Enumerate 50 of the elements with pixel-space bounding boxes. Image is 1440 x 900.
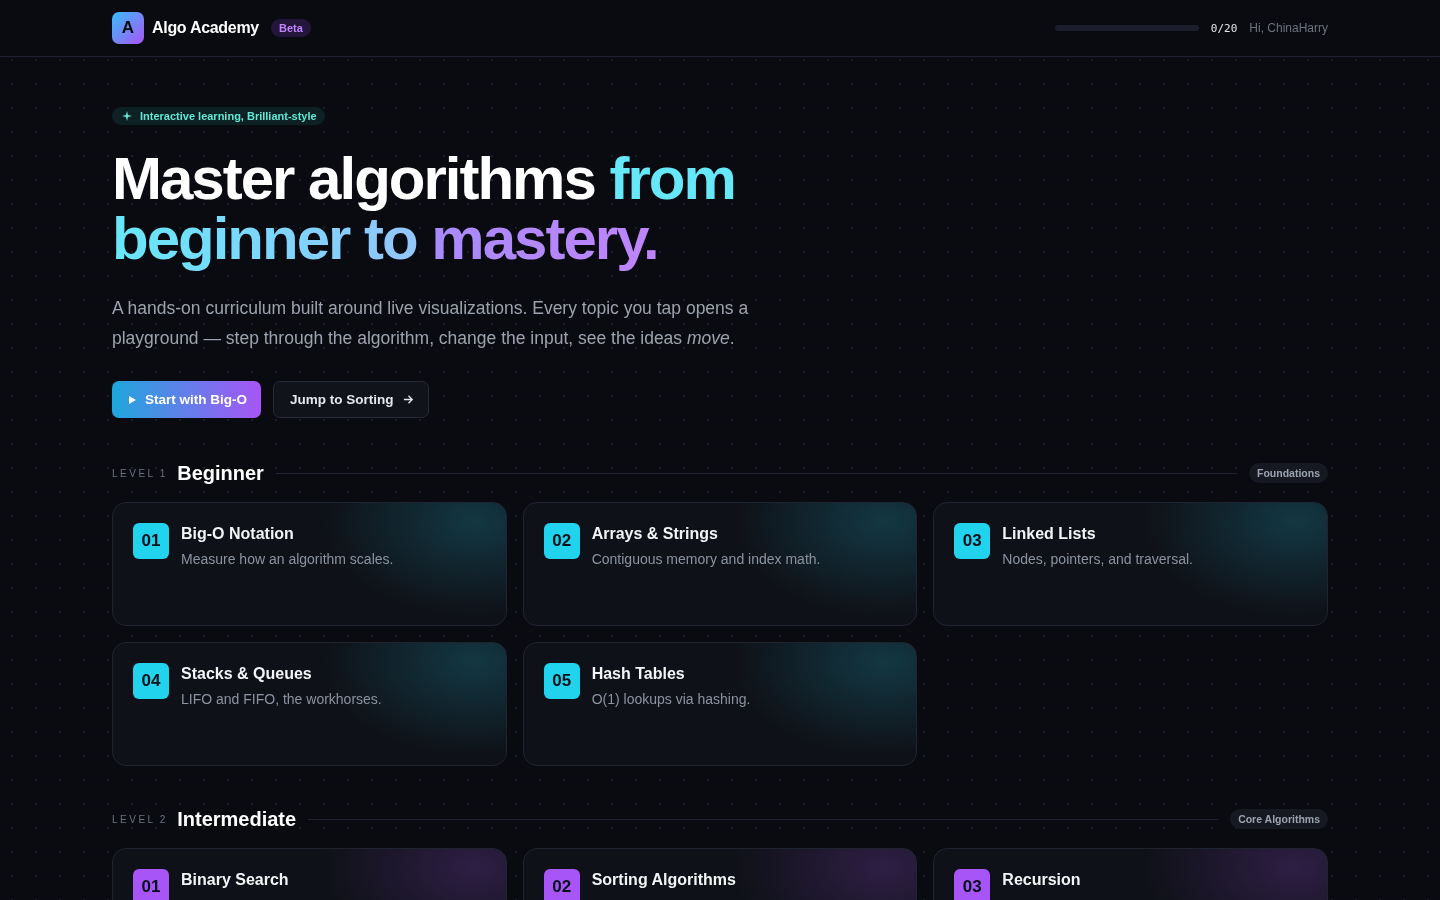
topic-title: Big-O Notation: [181, 525, 295, 543]
logo-icon: A: [112, 12, 144, 44]
topic-description: Nodes, pointers, and traversal.: [1002, 551, 1193, 567]
topic-description: Contiguous memory and index math.: [591, 551, 821, 567]
play-icon: [128, 395, 136, 404]
hero-tag-text: Interactive learning, Brilliant-style: [140, 110, 317, 122]
topic-card[interactable]: 01 Big-O Notation Measure how an algorithm scales.: [112, 502, 507, 626]
hero-title: Master algorithms from beginner to mastery.: [112, 149, 736, 269]
topic-description: Measure how an algorithm scales.: [181, 551, 394, 567]
topic-number: 03: [954, 869, 991, 900]
level-number: 1: [159, 467, 166, 479]
topic-card[interactable]: 03 Linked Lists Nodes, pointers, and traversal.: [933, 502, 1328, 626]
topic-card[interactable]: 05 Hash Tables O(1) lookups via hashing.: [522, 642, 918, 766]
level-number: 2: [159, 813, 166, 825]
greeting: Hi, ChinaHarry: [1249, 21, 1328, 35]
level-tag: Foundations: [1249, 463, 1328, 483]
topic-number: 02: [543, 869, 580, 900]
sparkle-icon: [122, 111, 132, 121]
topic-title: Sorting Algorithms: [591, 871, 736, 889]
level-tag: Core Algorithms: [1230, 809, 1328, 829]
topic-card[interactable]: 04 Stacks & Queues LIFO and FIFO, the workhorses.: [112, 642, 507, 766]
beta-badge: Beta: [270, 19, 311, 37]
level-title: Intermediate: [177, 807, 297, 831]
topic-title: Linked Lists: [1002, 525, 1097, 543]
hero-description: A hands-on curriculum built around live visualizations. Every topic you tap opens a playground — step through the algorithm, change the input, see the ideas move.: [112, 297, 750, 350]
topic-card[interactable]: 02 Sorting Algorithms: [522, 848, 918, 900]
brand-name: Algo Academy: [152, 19, 259, 37]
arrow-right-icon: [402, 394, 414, 405]
topic-title: Arrays & Strings: [591, 525, 719, 543]
topic-number: 05: [543, 663, 580, 699]
topic-title: Recursion: [1002, 871, 1081, 889]
topic-card[interactable]: 01 Binary Search: [112, 848, 507, 900]
jump-button[interactable]: Jump to Sorting: [273, 381, 429, 418]
topic-number: 03: [954, 523, 991, 559]
topic-number: 01: [133, 869, 169, 900]
topic-title: Stacks & Queues: [181, 665, 313, 683]
level-label: LEVEL: [112, 813, 156, 825]
level-label: LEVEL: [112, 467, 156, 479]
topic-card[interactable]: 03 Recursion: [933, 848, 1328, 900]
progress-count: 0/20: [1210, 21, 1238, 35]
topic-title: Hash Tables: [591, 665, 686, 683]
topic-number: 04: [133, 663, 169, 699]
topic-title: Binary Search: [181, 871, 289, 889]
topic-card[interactable]: 02 Arrays & Strings Contiguous memory and index math.: [522, 502, 918, 626]
topic-number: 01: [133, 523, 169, 559]
topic-number: 02: [543, 523, 580, 559]
topic-description: O(1) lookups via hashing.: [591, 691, 751, 707]
level-title: Beginner: [177, 461, 264, 485]
topic-description: LIFO and FIFO, the workhorses.: [181, 691, 382, 707]
start-button[interactable]: Start with Big-O: [112, 381, 261, 418]
